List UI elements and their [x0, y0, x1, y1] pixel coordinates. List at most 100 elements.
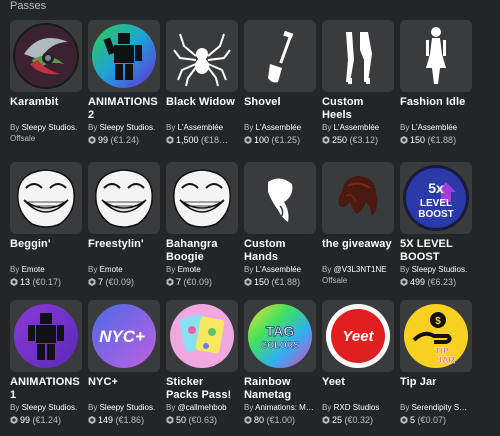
pass-name: ANIMATIONS 2 [88, 96, 158, 121]
pass-creator[interactable]: By Sleepy Studios. [88, 122, 164, 133]
offsale-label: Offsale [322, 276, 348, 285]
pass-card-bahangra-boogie[interactable]: Bahangra Boogie By Emote 7 (€0.09) [166, 162, 238, 288]
pass-name: Sticker Packs Pass! [166, 376, 232, 401]
pass-name: Shovel [244, 96, 281, 108]
pass-creator[interactable]: By L'Assemblée [244, 264, 320, 275]
pass-thumbnail[interactable]: 5x LEVEL BOOST [400, 162, 472, 234]
pass-creator[interactable]: By Emote [10, 264, 86, 275]
pass-card-5x-level-boost[interactable]: 5x LEVEL BOOST 5X LEVEL BOOST By Sleepy … [400, 162, 472, 288]
pass-price: 100 (€1.25) [244, 134, 316, 146]
pass-creator[interactable]: By L'Assemblée [166, 122, 242, 133]
pass-thumbnail[interactable] [400, 20, 472, 92]
robux-icon [244, 416, 252, 424]
pass-price: 99 (€1.24) [10, 414, 82, 426]
svg-text:NYC+: NYC+ [99, 327, 145, 346]
pass-thumbnail[interactable] [322, 20, 394, 92]
pass-card-fashion-idle[interactable]: Fashion Idle By L'Assemblée 150 (€1.88) [400, 20, 472, 146]
pass-thumbnail[interactable] [244, 20, 316, 92]
pass-thumbnail[interactable] [88, 20, 160, 92]
pass-thumbnail[interactable]: Yeet [322, 300, 394, 372]
pass-creator[interactable]: By @callmehbob [166, 402, 242, 413]
pass-creator[interactable]: By L'Assemblée [400, 122, 476, 133]
pass-card-freestylin[interactable]: Freestylin' By Emote 7 (€0.09) [88, 162, 160, 288]
pass-creator[interactable]: By Animations: M… [244, 402, 320, 413]
pass-creator[interactable]: By Sleepy Studios. [88, 402, 164, 413]
pass-name: the giveaway [322, 238, 392, 250]
pass-name: ANIMATIONS 1 [10, 376, 80, 401]
pass-price: 1,500 (€18… [166, 134, 238, 146]
section-title: Passes [10, 0, 47, 12]
pass-card-beggin[interactable]: Beggin' By Emote 13 (€0.17) [10, 162, 82, 288]
pass-thumbnail[interactable] [88, 162, 160, 234]
pass-creator[interactable]: By Serendipity S… [400, 402, 476, 413]
level-boost-icon: 5x LEVEL BOOST [400, 162, 472, 234]
pass-price: 50 (€0.63) [166, 414, 238, 426]
pass-price: 99 (€1.24) [88, 134, 160, 146]
pass-thumbnail[interactable] [244, 162, 316, 234]
pass-card-animations-1[interactable]: ANIMATIONS 1 By Sleepy Studios. 99 (€1.2… [10, 300, 82, 426]
spider-icon [166, 20, 238, 92]
pass-price: 25 (€0.32) [322, 414, 394, 426]
pass-card-custom-heels[interactable]: Custom Heels By L'Assemblée 250 (€3.12) [322, 20, 394, 146]
robux-icon [400, 136, 408, 144]
robux-icon [244, 136, 252, 144]
pass-card-sticker-packs[interactable]: Sticker Packs Pass! By @callmehbob 50 (€… [166, 300, 238, 426]
svg-text:LEVEL: LEVEL [420, 198, 452, 209]
pass-thumbnail[interactable]: NYC+ [88, 300, 160, 372]
robux-icon [10, 416, 18, 424]
pass-card-the-giveaway[interactable]: the giveaway By @V3L3NT1NE Offsale [322, 162, 394, 286]
pass-card-custom-hands[interactable]: Custom Hands By L'Assemblée 150 (€1.88) [244, 162, 316, 288]
pass-name: Tip Jar [400, 376, 437, 388]
pass-thumbnail[interactable] [10, 20, 82, 92]
tip-jar-icon: $ TIP JAR [400, 300, 472, 372]
pass-creator[interactable]: By Emote [88, 264, 164, 275]
robux-icon [10, 278, 18, 286]
pass-card-shovel[interactable]: Shovel By L'Assemblée 100 (€1.25) [244, 20, 316, 146]
pass-card-animations-2[interactable]: ANIMATIONS 2 By Sleepy Studios. 99 (€1.2… [88, 20, 160, 146]
pass-creator[interactable]: By @V3L3NT1NE [322, 264, 398, 275]
trollface-icon [88, 162, 160, 234]
pass-card-karambit[interactable]: Karambit By Sleepy Studios. Offsale [10, 20, 82, 144]
pass-thumbnail[interactable] [166, 300, 238, 372]
svg-text:BOOST: BOOST [418, 209, 454, 220]
pass-creator[interactable]: By Sleepy Studios. [10, 122, 86, 133]
sticker-pack-icon [166, 300, 238, 372]
hair-icon [322, 162, 394, 234]
robux-icon [166, 136, 174, 144]
pass-price: 7 (€0.09) [166, 276, 238, 288]
pass-thumbnail[interactable] [166, 20, 238, 92]
pass-card-yeet[interactable]: Yeet Yeet By RXD Studios 25 (€0.32) [322, 300, 394, 426]
pass-card-black-widow[interactable]: Black Widow By L'Assemblée 1,500 (€18… [166, 20, 238, 146]
pass-card-rainbow-nametag[interactable]: TAG COLORS Rainbow Nametag By Animations… [244, 300, 316, 426]
pass-name: NYC+ [88, 376, 119, 388]
pass-creator[interactable]: By Sleepy Studios. [10, 402, 86, 413]
offsale-label: Offsale [10, 134, 36, 143]
svg-text:COLORS: COLORS [261, 340, 300, 350]
pass-name: Rainbow Nametag [244, 376, 292, 401]
pass-creator[interactable]: By RXD Studios [322, 402, 398, 413]
pass-card-tip-jar[interactable]: $ TIP JAR Tip Jar By Serendipity S… 5 (€… [400, 300, 472, 426]
pass-thumbnail[interactable] [10, 162, 82, 234]
robux-icon [88, 416, 96, 424]
pass-thumbnail[interactable]: TAG COLORS [244, 300, 316, 372]
pass-thumbnail[interactable] [10, 300, 82, 372]
pass-thumbnail[interactable] [166, 162, 238, 234]
pass-name: Bahangra Boogie [166, 238, 218, 263]
pass-thumbnail[interactable] [322, 162, 394, 234]
pass-price: 250 (€3.12) [322, 134, 394, 146]
svg-text:$: $ [435, 316, 441, 327]
pass-thumbnail[interactable]: $ TIP JAR [400, 300, 472, 372]
pass-creator[interactable]: By L'Assemblée [322, 122, 398, 133]
pass-creator[interactable]: By Sleepy Studios. [400, 264, 476, 275]
hands-icon [244, 162, 316, 234]
trollface-icon [10, 162, 82, 234]
nyc-plus-icon: NYC+ [88, 300, 160, 372]
robux-icon [166, 416, 174, 424]
pass-name: 5X LEVEL BOOST [400, 238, 453, 263]
pass-name: Karambit [10, 96, 59, 108]
animation-figure-icon [88, 20, 160, 92]
pass-card-nyc-plus[interactable]: NYC+ NYC+ By Sleepy Studios. 149 (€1.86) [88, 300, 160, 426]
pass-name: Custom Heels [322, 96, 364, 121]
pass-creator[interactable]: By Emote [166, 264, 242, 275]
pass-creator[interactable]: By L'Assemblée [244, 122, 320, 133]
